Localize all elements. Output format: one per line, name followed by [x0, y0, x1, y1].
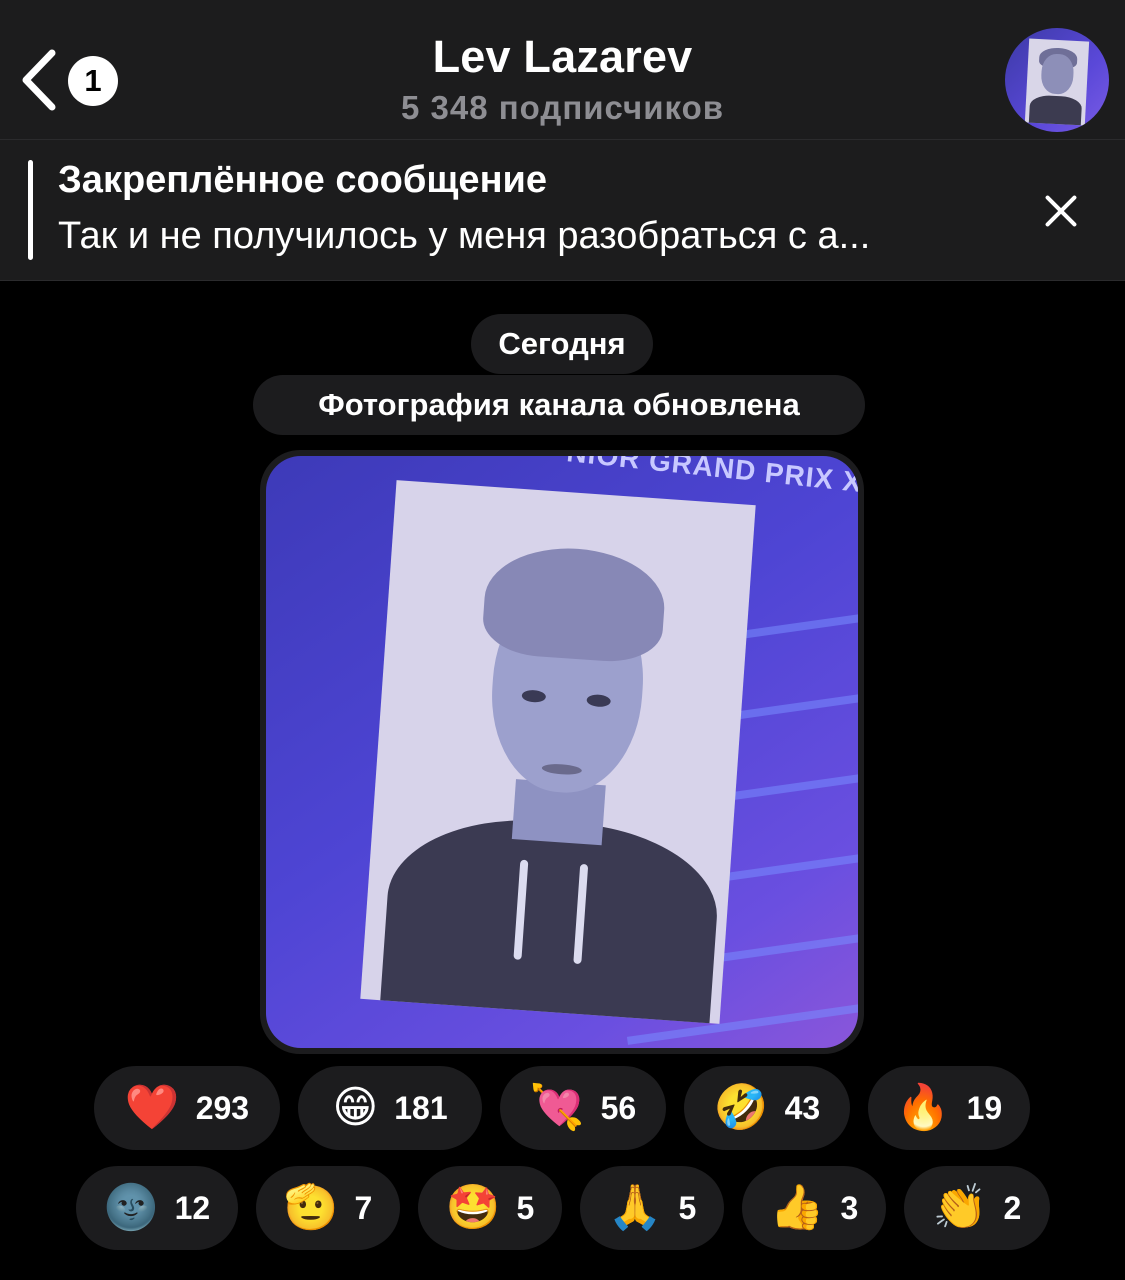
reaction-count: 43: [784, 1089, 821, 1126]
id-photo-card: [360, 480, 756, 1024]
folded-hands-icon: 🙏: [607, 1182, 663, 1233]
date-separator: Сегодня: [471, 314, 653, 374]
reaction-count: 5: [516, 1189, 535, 1226]
channel-avatar[interactable]: [1005, 28, 1109, 132]
reaction-rofl[interactable]: 🤣 43: [684, 1066, 850, 1150]
reaction-count: 293: [195, 1089, 250, 1126]
channel-photo[interactable]: NIOR GRAND PRIX XI: [266, 456, 858, 1048]
chat-header: 1 Lev Lazarev 5 348 подписчиков: [0, 0, 1125, 140]
reaction-count: 56: [600, 1089, 637, 1126]
pinned-indicator-line: [28, 160, 33, 260]
reaction-count: 2: [1003, 1189, 1022, 1226]
reaction-pray[interactable]: 🙏 5: [580, 1166, 724, 1250]
reaction-salute[interactable]: 🫡 7: [256, 1166, 400, 1250]
reaction-moon[interactable]: 🌚 12: [76, 1166, 238, 1250]
saluting-face-icon: 🫡: [283, 1182, 339, 1233]
heart-with-arrow-icon: 💘: [529, 1082, 585, 1133]
reaction-count: 12: [174, 1189, 211, 1226]
service-message: Фотография канала обновлена: [253, 375, 865, 435]
channel-title-block[interactable]: Lev Lazarev 5 348 подписчиков: [0, 30, 1125, 130]
reaction-count: 3: [840, 1189, 859, 1226]
pinned-message-bar[interactable]: Закреплённое сообщение Так и не получило…: [0, 140, 1125, 281]
pinned-text: Так и не получилось у меня разобраться с…: [58, 215, 871, 257]
pinned-title: Закреплённое сообщение: [58, 159, 548, 201]
star-struck-icon: 🤩: [445, 1182, 501, 1233]
reaction-count: 5: [678, 1189, 697, 1226]
channel-photo-message[interactable]: NIOR GRAND PRIX XI: [260, 450, 864, 1054]
thumbs-up-icon: 👍: [769, 1182, 825, 1233]
reaction-clap[interactable]: 👏 2: [904, 1166, 1050, 1250]
close-icon[interactable]: [1038, 188, 1084, 234]
grinning-face-icon: 😁: [332, 1082, 379, 1133]
reaction-count: 7: [354, 1189, 373, 1226]
fire-icon: 🔥: [895, 1082, 951, 1133]
reaction-count: 19: [966, 1089, 1003, 1126]
reaction-count: 181: [394, 1089, 448, 1126]
reaction-grin[interactable]: 😁 181: [298, 1066, 482, 1150]
avatar-photo-card: [1024, 38, 1090, 126]
rofl-face-icon: 🤣: [713, 1082, 769, 1133]
subscriber-count: 5 348 подписчиков: [400, 89, 725, 126]
new-moon-face-icon: 🌚: [103, 1182, 159, 1233]
reaction-heart-arrow[interactable]: 💘 56: [500, 1066, 666, 1150]
clapping-hands-icon: 👏: [932, 1182, 988, 1233]
photo-banner-text: NIOR GRAND PRIX XI: [565, 456, 858, 499]
channel-title: Lev Lazarev: [432, 31, 693, 82]
reaction-star-struck[interactable]: 🤩 5: [418, 1166, 562, 1250]
reaction-fire[interactable]: 🔥 19: [868, 1066, 1030, 1150]
reaction-heart[interactable]: ❤️ 293: [94, 1066, 280, 1150]
red-heart-icon: ❤️: [124, 1082, 180, 1133]
reaction-thumbs-up[interactable]: 👍 3: [742, 1166, 886, 1250]
